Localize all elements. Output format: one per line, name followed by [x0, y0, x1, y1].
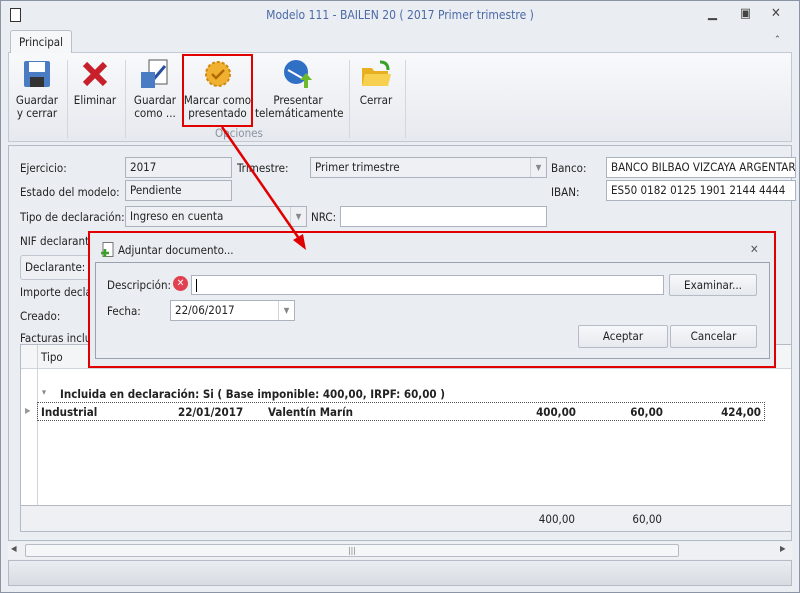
facturas-label: Facturas inclui — [20, 331, 95, 345]
cancelar-button[interactable]: Cancelar — [670, 325, 757, 348]
tab-principal[interactable]: Principal — [10, 30, 72, 53]
table-row[interactable]: Industrial 22/01/2017 Valentín Marín 400… — [37, 402, 765, 421]
facturas-grid — [20, 344, 792, 532]
trimestre-select[interactable]: Primer trimestre ▼ — [310, 157, 547, 178]
scroll-left-icon[interactable]: ◀ — [11, 544, 17, 553]
horizontal-scrollbar[interactable]: ◀ ||| ▶ — [8, 542, 792, 559]
collapse-group-icon[interactable]: ▾ — [42, 388, 46, 398]
dialog-close-icon[interactable]: ✕ — [750, 242, 759, 256]
iban-label: IBAN: — [551, 185, 580, 199]
column-header-tipo[interactable]: Tipo — [41, 350, 63, 364]
estado-field[interactable]: Pendiente — [125, 180, 232, 201]
cerrar-button[interactable]: Cerrar — [352, 58, 400, 107]
status-bar — [8, 560, 792, 586]
scroll-right-icon[interactable]: ▶ — [780, 544, 786, 553]
red-x-icon — [82, 61, 108, 87]
tipo-select[interactable]: Ingreso en cuenta ▼ — [125, 206, 307, 227]
collapse-ribbon-icon[interactable]: ⌃ — [774, 35, 781, 45]
window-title: Modelo 111 - BAILEN 20 ( 2017 Primer tri… — [266, 8, 534, 22]
group-row[interactable]: Incluida en declaración: Si ( Base impon… — [60, 387, 445, 401]
banco-label: Banco: — [551, 161, 587, 175]
fecha-label: Fecha: — [107, 304, 141, 318]
chevron-down-icon: ▼ — [290, 207, 306, 226]
chevron-down-icon: ▼ — [530, 158, 546, 177]
row-indicator-icon: ▶ — [25, 406, 31, 415]
globe-upload-icon — [284, 60, 312, 88]
tipo-label: Tipo de declaración: — [20, 210, 125, 224]
document-add-icon — [101, 242, 114, 257]
maximize-button[interactable]: ▣ — [740, 6, 751, 21]
aceptar-button[interactable]: Aceptar — [578, 325, 668, 348]
folder-open-icon — [362, 60, 391, 86]
iban-field[interactable]: ES50 0182 0125 1901 2144 4444 — [606, 180, 796, 201]
nif-label: NIF declarante — [20, 234, 96, 248]
importe-label: Importe declar — [20, 285, 97, 299]
descripcion-label: Descripción: — [107, 278, 172, 292]
eliminar-button[interactable]: Eliminar — [70, 58, 120, 107]
fecha-datepicker[interactable]: 22/06/2017 ▼ — [170, 300, 295, 321]
ejercicio-label: Ejercicio: — [20, 161, 67, 175]
close-button[interactable]: ✕ — [771, 6, 781, 21]
dialog-title: Adjuntar documento... — [118, 243, 234, 257]
ejercicio-field[interactable]: 2017 — [125, 157, 232, 178]
guardar-y-cerrar-button[interactable]: Guardar y cerrar — [12, 58, 62, 120]
nrc-field[interactable] — [340, 206, 547, 227]
trimestre-label: Trimestre: — [237, 161, 289, 175]
descripcion-input[interactable] — [191, 275, 664, 295]
grid-footer: 400,00 60,00 — [21, 505, 791, 531]
estado-label: Estado del modelo: — [20, 185, 120, 199]
error-icon: ✕ — [173, 276, 188, 291]
floppy-disk-icon — [24, 61, 50, 87]
save-as-icon — [141, 59, 168, 88]
creado-label: Creado: — [20, 309, 61, 323]
ribbon-group-label: Opciones — [215, 126, 263, 140]
examinar-button[interactable]: Examinar... — [669, 274, 757, 296]
highlight-box — [182, 54, 253, 127]
presentar-telematicamente-button[interactable]: Presentar telemáticamente — [255, 58, 343, 120]
guardar-como-button[interactable]: Guardar como ... — [130, 58, 180, 120]
scroll-thumb[interactable]: ||| — [25, 544, 679, 557]
banco-field[interactable]: BANCO BILBAO VIZCAYA ARGENTARIA — [606, 157, 796, 178]
minimize-button[interactable]: ▁ — [708, 6, 717, 21]
nrc-label: NRC: — [311, 210, 337, 224]
chevron-down-icon[interactable]: ▼ — [278, 301, 294, 320]
